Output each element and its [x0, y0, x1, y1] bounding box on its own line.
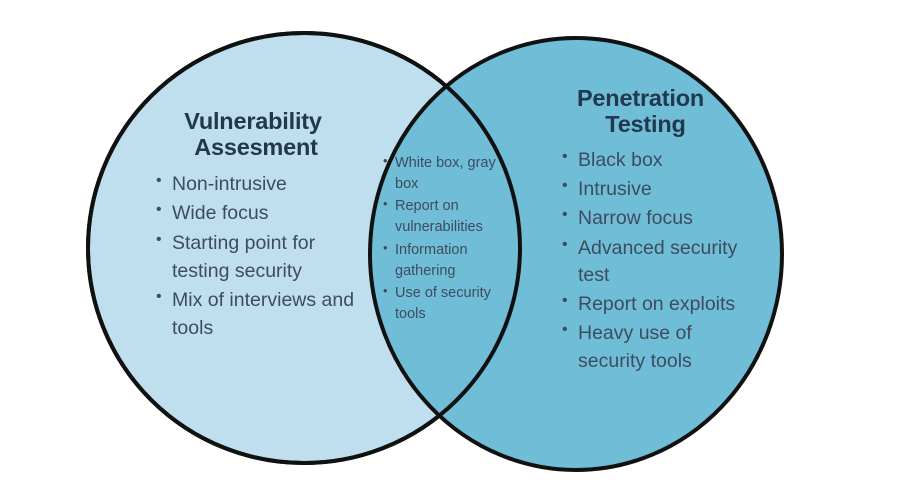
list-item: Use of security tools [383, 282, 511, 325]
title-line-1: Penetration [576, 85, 705, 111]
list-item: Black box [562, 146, 756, 174]
list-item: Information gathering [383, 239, 511, 282]
vulnerability-assesment-panel: Vulnerability Assesment Non-intrusive Wi… [148, 108, 358, 345]
vulnerability-assesment-list: Non-intrusive Wide focus Starting point … [156, 170, 358, 343]
shared-attributes-list: White box, gray box Report on vulnerabil… [383, 152, 511, 325]
title-line-2: Testing [605, 111, 686, 138]
list-item: Narrow focus [562, 204, 756, 232]
title-line-2: Assesment [194, 134, 318, 161]
venn-diagram-canvas: Vulnerability Assesment Non-intrusive Wi… [0, 0, 900, 500]
list-item: Mix of interviews and tools [156, 286, 358, 342]
list-item: Advanced security test [562, 234, 756, 290]
list-item: White box, gray box [383, 152, 511, 195]
title-line-1: Vulnerability [184, 108, 322, 134]
list-item: Report on vulnerabilities [383, 195, 511, 238]
list-item: Non-intrusive [156, 170, 358, 199]
penetration-testing-list: Black box Intrusive Narrow focus Advance… [562, 146, 756, 375]
list-item: Wide focus [156, 199, 358, 228]
list-item: Report on exploits [562, 290, 756, 318]
shared-attributes-panel: White box, gray box Report on vulnerabil… [383, 152, 511, 326]
list-item: Intrusive [562, 175, 756, 203]
penetration-testing-panel: Penetration Testing Black box Intrusive … [551, 85, 756, 377]
penetration-testing-title: Penetration Testing [551, 85, 756, 138]
vulnerability-assesment-title: Vulnerability Assesment [148, 108, 358, 161]
list-item: Heavy use of security tools [562, 319, 756, 375]
list-item: Starting point for testing security [156, 229, 358, 285]
